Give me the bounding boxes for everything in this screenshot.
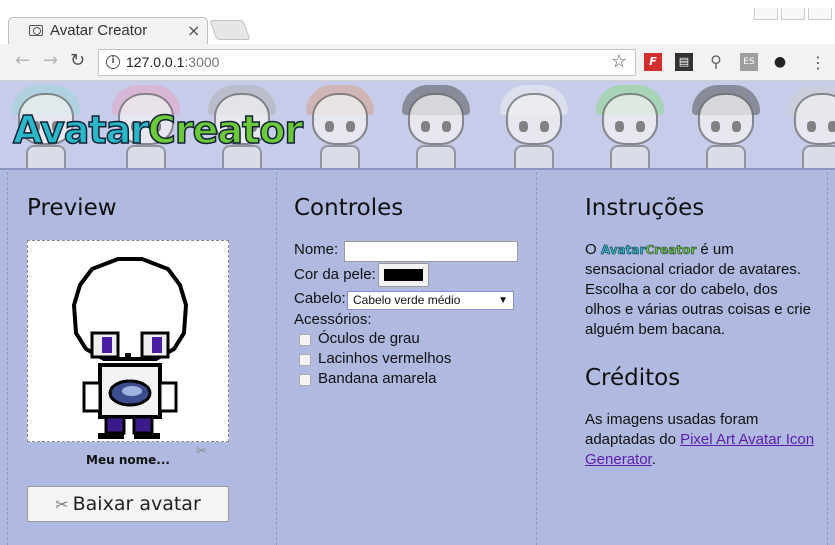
instructions-heading: Instruções [585, 195, 705, 221]
address-bar[interactable]: i 127.0.0.1:3000 ☆ [98, 49, 636, 76]
header-banner: AvatarCreator [0, 81, 835, 170]
instructions-prefix: O [585, 241, 597, 258]
banner-character [294, 81, 386, 168]
info-icon[interactable]: i [106, 55, 120, 69]
name-label: Nome: [294, 241, 339, 258]
download-avatar-button[interactable]: ✂ Baixar avatar [27, 486, 229, 522]
scissors-icon: ✂ [55, 495, 69, 514]
browser-toolbar: ← → ↻ i 127.0.0.1:3000 ☆ F ▤ ⚲ ES ● ⋮ [0, 44, 835, 81]
bookmark-star-icon[interactable]: ☆ [611, 51, 627, 72]
dropdown-arrow-icon: ▼ [498, 295, 508, 306]
film-icon[interactable]: ▤ [675, 53, 693, 71]
minimize-button[interactable] [754, 8, 778, 20]
page: AvatarCreator Preview Meu nome... ✂ ✂ Ba… [0, 81, 835, 545]
maximize-button[interactable] [781, 8, 805, 20]
close-window-button[interactable] [808, 8, 832, 20]
tab-close-icon[interactable]: × [187, 21, 200, 40]
credits-heading: Créditos [585, 365, 681, 391]
instructions-text: O AvatarCreator é um sensacional criador… [585, 240, 815, 340]
red-bows-checkbox[interactable] [299, 354, 311, 366]
controls-heading: Controles [294, 195, 404, 221]
hair-selected-value: Cabelo verde médio [353, 293, 461, 307]
red-bows-label: Lacinhos vermelhos [318, 350, 452, 367]
credits-text: As imagens usadas foram adaptadas do Pix… [585, 410, 815, 470]
avatar-image [71, 257, 189, 439]
credits-end: . [651, 451, 656, 468]
skin-color-swatch [384, 269, 423, 281]
app-logo: AvatarCreator [12, 107, 304, 153]
pin-icon[interactable]: ⚲ [707, 53, 725, 71]
url-text: 127.0.0.1:3000 [126, 54, 219, 70]
extension-f-icon[interactable]: F [644, 53, 662, 71]
accessories-label: Acessórios: [294, 311, 372, 328]
new-tab-button[interactable] [209, 20, 251, 40]
preview-heading: Preview [27, 195, 117, 221]
glasses-checkbox[interactable] [299, 334, 311, 346]
scissors-icon: ✂ [196, 444, 207, 459]
forward-arrow-icon[interactable]: → [43, 50, 58, 71]
extension-es-icon[interactable]: ES [740, 53, 758, 71]
reload-icon[interactable]: ↻ [70, 50, 85, 71]
yellow-bandana-checkbox[interactable] [299, 374, 311, 386]
preview-column: Preview Meu nome... ✂ ✂ Baixar avatar [7, 172, 276, 545]
yellow-bandana-label: Bandana amarela [318, 370, 437, 387]
glasses-label: Óculos de grau [318, 330, 420, 347]
hair-label: Cabelo: [294, 290, 346, 307]
download-label: Baixar avatar [72, 493, 201, 515]
inline-logo: AvatarCreator [600, 243, 697, 258]
inline-logo-avatar: Avatar [600, 243, 646, 258]
hair-select[interactable]: Cabelo verde médio ▼ [347, 291, 514, 310]
logo-part-avatar: Avatar [12, 107, 150, 153]
octocat-icon[interactable]: ● [771, 53, 789, 71]
tab-title: Avatar Creator [50, 22, 148, 39]
menu-dots-icon[interactable]: ⋮ [810, 53, 826, 72]
banner-character [776, 81, 835, 168]
url-port: :3000 [184, 54, 220, 70]
logo-part-creator: Creator [147, 107, 304, 153]
skin-color-picker[interactable] [378, 263, 429, 287]
banner-character [488, 81, 580, 168]
controls-column: Controles Nome: Cor da pele: Cabelo: Cab… [276, 172, 536, 545]
banner-character [390, 81, 482, 168]
browser-tabstrip: Avatar Creator × [0, 0, 835, 44]
skin-color-label: Cor da pele: [294, 266, 376, 283]
camera-icon [29, 25, 43, 36]
inline-logo-creator: Creator [645, 243, 697, 258]
banner-character [680, 81, 772, 168]
url-host: 127.0.0.1 [126, 54, 185, 70]
banner-character [584, 81, 676, 168]
avatar-preview [27, 240, 229, 442]
name-field[interactable] [344, 241, 518, 262]
instructions-column: Instruções O AvatarCreator é um sensacio… [536, 172, 828, 545]
browser-tab[interactable]: Avatar Creator × [8, 17, 208, 44]
back-arrow-icon[interactable]: ← [15, 50, 30, 71]
